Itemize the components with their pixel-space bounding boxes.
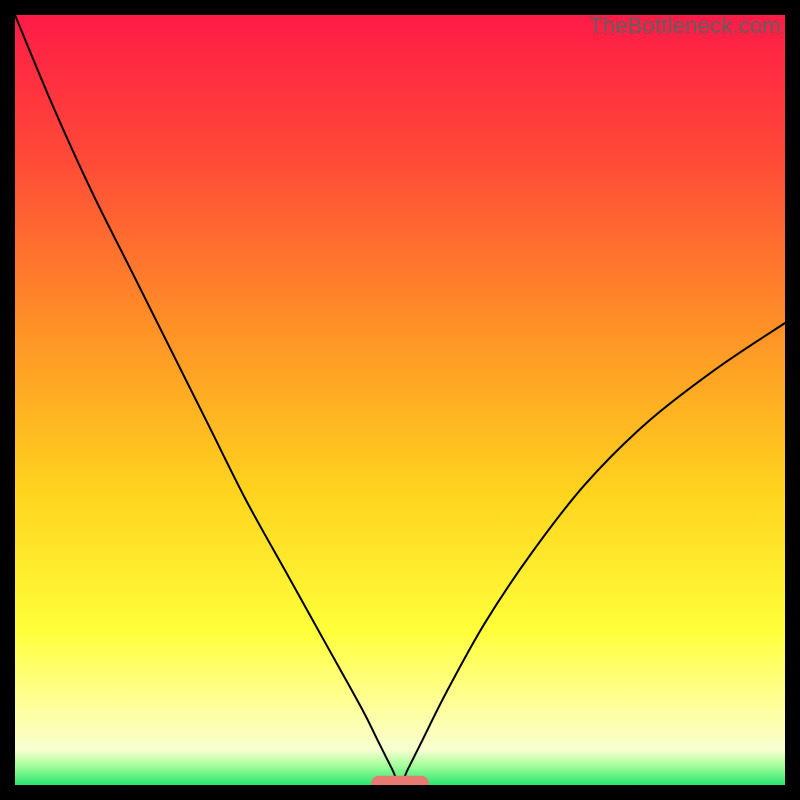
watermark-text: TheBottleneck.com [589, 13, 781, 39]
chart-frame: TheBottleneck.com [0, 0, 800, 800]
chart-svg [15, 15, 785, 785]
valley-marker [371, 776, 429, 785]
chart-background [15, 15, 785, 785]
